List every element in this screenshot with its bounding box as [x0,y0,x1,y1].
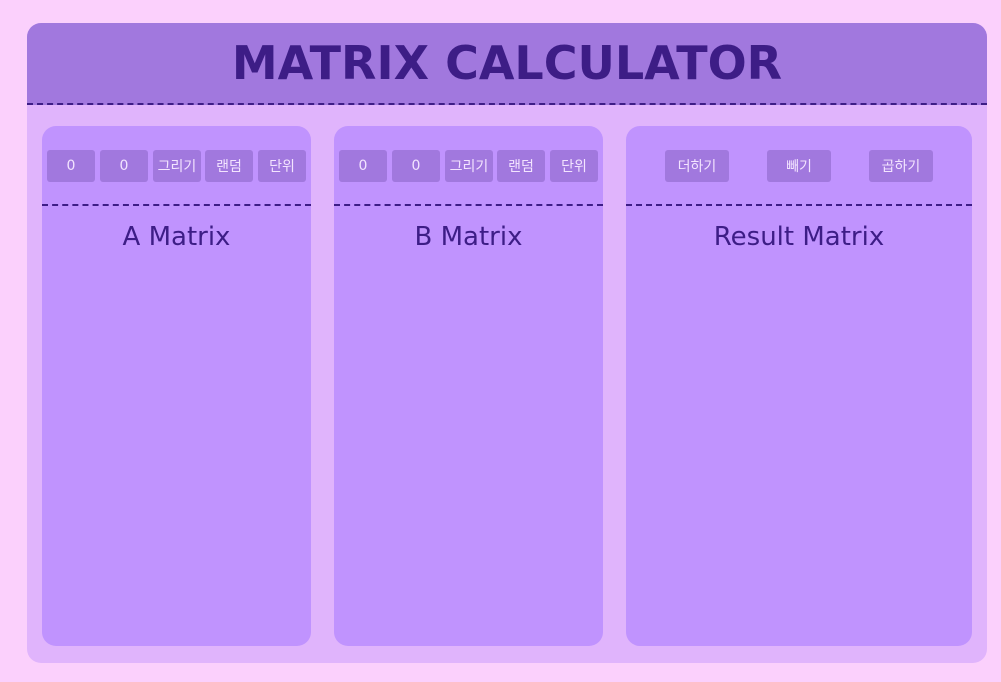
b-identity-button[interactable]: 단위 [550,150,598,182]
header: MATRIX CALCULATOR [27,23,987,105]
add-button[interactable]: 더하기 [665,150,729,182]
a-cols-input[interactable]: 0 [100,150,148,182]
b-matrix-panel: 0 0 그리기 랜덤 단위 B Matrix [334,126,603,646]
a-draw-button[interactable]: 그리기 [153,150,201,182]
a-random-button[interactable]: 랜덤 [205,150,253,182]
subtract-button[interactable]: 빼기 [767,150,831,182]
result-matrix-title: Result Matrix [713,222,885,252]
b-cols-input[interactable]: 0 [392,150,440,182]
multiply-button[interactable]: 곱하기 [869,150,933,182]
b-draw-button[interactable]: 그리기 [445,150,493,182]
a-matrix-toolbar: 0 0 그리기 랜덤 단위 [42,126,311,206]
a-identity-button[interactable]: 단위 [258,150,306,182]
a-matrix-panel: 0 0 그리기 랜덤 단위 A Matrix [42,126,311,646]
result-matrix-panel: 더하기 빼기 곱하기 Result Matrix [626,126,972,646]
b-random-button[interactable]: 랜덤 [497,150,545,182]
matrix-calculator-app: MATRIX CALCULATOR 0 0 그리기 랜덤 단위 A Matrix… [27,23,987,663]
a-rows-input[interactable]: 0 [47,150,95,182]
b-matrix-title: B Matrix [414,222,523,252]
result-toolbar: 더하기 빼기 곱하기 [626,126,972,206]
a-matrix-title: A Matrix [122,222,231,252]
b-rows-input[interactable]: 0 [339,150,387,182]
b-matrix-toolbar: 0 0 그리기 랜덤 단위 [334,126,603,206]
app-title: MATRIX CALCULATOR [231,36,783,90]
